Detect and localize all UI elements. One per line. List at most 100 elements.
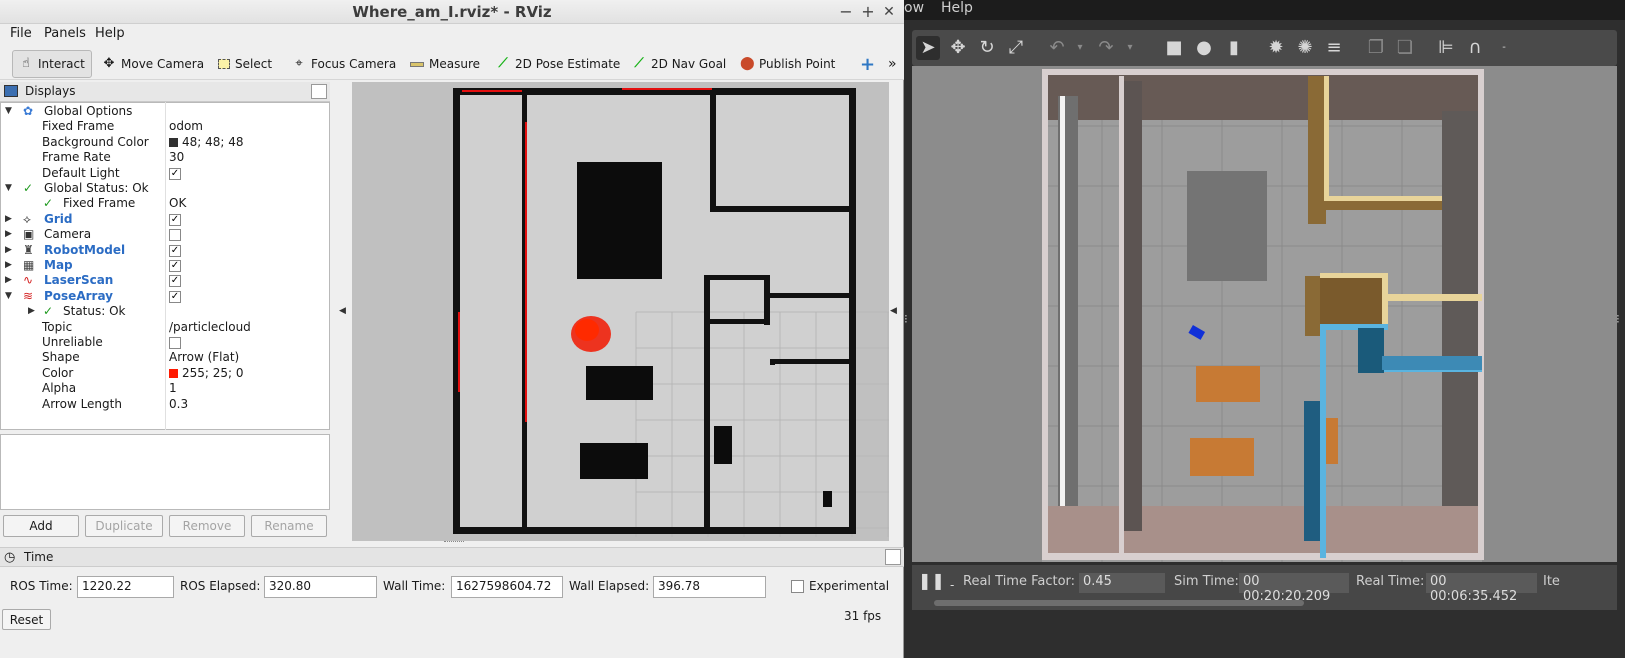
pose-array-checkbox[interactable]: ✓ [169,290,181,303]
remove-button[interactable]: Remove [169,515,245,537]
grid-checkbox[interactable]: ✓ [169,213,181,226]
align-icon[interactable]: ⊫ [1434,36,1458,60]
move-camera-tool[interactable]: ✥ Move Camera [96,50,210,78]
default-light-checkbox[interactable]: ✓ [169,167,181,180]
copy-icon[interactable]: ❐ [1364,36,1388,60]
interact-tool[interactable]: ☝ Interact [12,50,92,78]
tree-label: RobotModel [44,242,126,257]
robot-model-checkbox[interactable]: ✓ [169,244,181,257]
pause-icon[interactable]: ❚❚ [918,571,945,590]
cylinder-shape-icon[interactable]: ▮ [1222,36,1246,60]
step-icon[interactable]: - [950,578,954,592]
laser-scan-checkbox[interactable]: ✓ [169,275,181,288]
select-tool[interactable]: Select [212,50,278,78]
close-button[interactable]: ✕ [879,2,899,22]
property-value[interactable]: Arrow (Flat) [169,350,239,365]
measure-label: Measure [429,57,480,71]
menu-file[interactable]: File [6,26,36,41]
collapse-arrow-icon[interactable]: ▶ [5,273,12,288]
scale-icon[interactable]: ⤢ [1004,36,1028,60]
select-arrow-icon[interactable]: ➤ [916,36,940,60]
property-value[interactable]: 48; 48; 48 [169,135,244,150]
sphere-shape-icon[interactable]: ● [1192,36,1216,60]
right-splitter-icon[interactable]: ⁝ [1616,312,1620,326]
magnet-icon[interactable]: ∩ [1463,36,1487,60]
menu-help[interactable]: Help [91,26,129,41]
splitter-handle[interactable] [444,541,464,544]
measure-tool[interactable]: Measure [404,50,486,78]
expand-arrow-icon[interactable]: ▼ [5,104,12,119]
menu-panels[interactable]: Panels [40,26,90,41]
collapse-arrow-icon[interactable]: ▶ [5,227,12,242]
spot-light-icon[interactable]: ✺ [1293,36,1317,60]
more-tools-button[interactable]: » [882,50,903,78]
displays-header: Displays [0,82,330,102]
gazebo-scene[interactable] [912,66,1617,562]
maximize-button[interactable]: + [858,2,878,22]
camera-checkbox[interactable] [169,229,181,242]
horizontal-scrollbar[interactable] [934,600,1304,606]
translate-icon[interactable]: ✥ [946,36,970,60]
collapse-arrow-icon[interactable]: ▶ [28,304,35,319]
property-value[interactable]: odom [169,119,203,134]
property-value[interactable]: 0.3 [169,397,188,412]
collapse-arrow-icon[interactable]: ▶ [5,258,12,273]
left-splitter-icon[interactable]: ⁝ [904,312,908,326]
gazebo-menu-bar: ow Help [904,0,1625,20]
checkmark-icon: ✓ [43,304,54,319]
menu-window[interactable]: ow [904,0,924,16]
real-time-label: Real Time: [1356,574,1425,589]
green-arrow-icon: ⟋ [498,56,508,71]
wall-elapsed-field[interactable]: 396.78 [653,576,766,598]
rename-button[interactable]: Rename [251,515,327,537]
select-label: Select [235,57,273,71]
minimize-button[interactable]: − [836,2,856,22]
undo-icon[interactable]: ↶ [1045,36,1069,60]
camera-icon: ▣ [23,227,35,242]
more-tools-icon[interactable]: - [1492,36,1516,60]
property-value[interactable]: 30 [169,150,184,165]
duplicate-button[interactable]: Duplicate [85,515,163,537]
collapse-arrow-icon[interactable]: ▶ [5,212,12,227]
expand-arrow-icon[interactable]: ▼ [5,289,12,304]
column-divider[interactable] [165,102,166,430]
box-shape-icon[interactable]: ■ [1162,36,1186,60]
color-swatch [169,137,178,147]
pose-estimate-tool[interactable]: ⟋ 2D Pose Estimate [490,50,626,78]
map-checkbox[interactable]: ✓ [169,260,181,272]
color-value: 48; 48; 48 [182,134,244,149]
publish-point-tool[interactable]: ⬤ Publish Point [734,50,841,78]
focus-camera-tool[interactable]: ⌖ Focus Camera [286,50,402,78]
nav-goal-label: 2D Nav Goal [651,57,727,71]
paste-icon[interactable]: ❏ [1393,36,1417,60]
point-light-icon[interactable]: ✹ [1264,36,1288,60]
undock-button[interactable] [885,549,901,565]
reset-button[interactable]: Reset [2,609,51,630]
render-viewport[interactable] [352,82,889,541]
redo-icon[interactable]: ↷ [1094,36,1118,60]
experimental-checkbox[interactable] [791,580,804,593]
chevron-down-icon[interactable]: ▾ [1068,36,1092,60]
nav-goal-tool[interactable]: ⟋ 2D Nav Goal [626,50,732,78]
collapse-left-icon[interactable]: ◀ [339,306,346,316]
unreliable-checkbox[interactable] [169,337,181,349]
property-value[interactable]: /particlecloud [169,320,251,335]
collapse-arrow-icon[interactable]: ▶ [5,243,12,258]
property-value[interactable]: 255; 25; 0 [169,366,244,381]
add-button[interactable]: Add [3,515,79,537]
undock-button[interactable] [311,84,327,99]
ros-time-field[interactable]: 1220.22 [77,576,174,598]
description-box [0,434,330,510]
chevron-down-icon[interactable]: ▾ [1118,36,1142,60]
property-value[interactable]: 1 [169,381,177,396]
menu-help[interactable]: Help [941,0,973,16]
wall-time-field[interactable]: 1627598604.72 [451,576,563,598]
property-label: Background Color [42,134,149,149]
sim-time-label: Sim Time: [1174,574,1239,589]
expand-arrow-icon[interactable]: ▼ [5,181,12,196]
add-tool-icon[interactable]: + [854,50,881,78]
directional-light-icon[interactable]: ≡ [1322,36,1346,60]
rotate-icon[interactable]: ↻ [975,36,999,60]
ros-elapsed-field[interactable]: 320.80 [264,576,377,598]
collapse-right-icon[interactable]: ◀ [890,306,897,316]
